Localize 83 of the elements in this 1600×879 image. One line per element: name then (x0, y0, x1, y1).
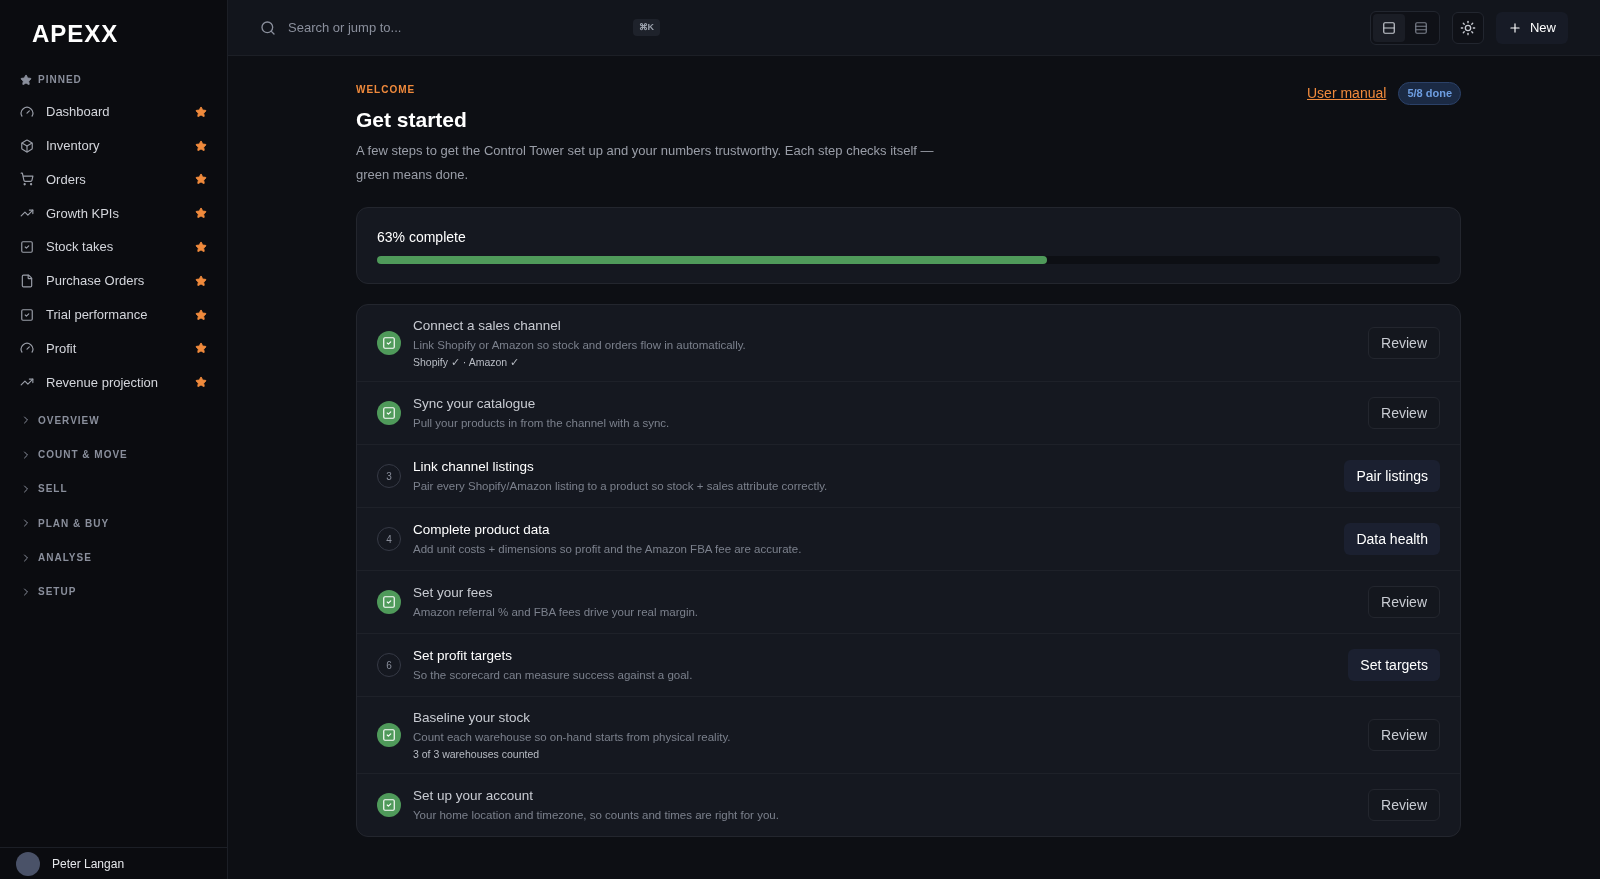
sidebar-item[interactable]: Revenue projection (8, 365, 219, 400)
eyebrow-label: WELCOME (356, 83, 417, 97)
checkbox-icon (20, 307, 34, 322)
gauge-icon (20, 341, 34, 356)
step-title: Sync your catalogue (413, 395, 537, 413)
step-title: Complete product data (413, 521, 551, 539)
page-description: A few steps to get the Control Tower set up and your numbers trustworthy. Each step checks itself — green means done. (356, 142, 935, 184)
star-icon[interactable] (195, 207, 207, 220)
step-description: Pull your products in from the channel with a sync. (413, 416, 671, 431)
page-title: Get started (356, 107, 468, 133)
step-action-button[interactable]: Pair listings (1344, 460, 1440, 492)
cart-icon (20, 172, 34, 187)
star-icon[interactable] (195, 105, 207, 118)
user-manual-link[interactable]: User manual (1307, 82, 1387, 104)
star-icon[interactable] (195, 173, 207, 186)
section-toggle[interactable]: PLAN & BUY (0, 506, 227, 541)
step-action-button[interactable]: Set targets (1348, 649, 1440, 681)
sidebar-item[interactable]: Stock takes (8, 230, 219, 264)
sidebar-item[interactable]: Purchase Orders (8, 264, 219, 298)
sidebar-item[interactable]: Dashboard (8, 95, 219, 129)
step-action-button[interactable]: Data health (1344, 523, 1440, 555)
view-button[interactable] (1373, 13, 1405, 42)
step-note: Shopify ✓ · Amazon ✓ (413, 355, 521, 369)
search-icon (260, 19, 276, 36)
plus-icon (1508, 20, 1522, 35)
step-description: Link Shopify or Amazon so stock and orders flow in automatically. (413, 338, 747, 353)
sidebar-item[interactable]: Profit (8, 331, 219, 366)
done-icon (377, 793, 401, 817)
step-description: Amazon referral % and FBA fees drive your real margin. (413, 605, 700, 620)
star-icon[interactable] (195, 139, 207, 152)
done-icon (377, 590, 401, 614)
step-action-button[interactable]: Review (1368, 789, 1440, 821)
step-note: 3 of 3 warehouses counted (413, 747, 541, 761)
rows-icon (1414, 20, 1428, 35)
step-title: Set up your account (413, 787, 535, 805)
section-toggle[interactable]: SELL (0, 471, 227, 507)
step-action-button[interactable]: Review (1368, 586, 1440, 618)
progress-label: 63% complete (377, 228, 467, 247)
step-title: Link channel listings (413, 458, 535, 476)
section-toggle[interactable]: SETUP (0, 574, 227, 609)
star-icon[interactable] (195, 241, 207, 254)
step-action-button[interactable]: Review (1368, 327, 1440, 359)
star-icon[interactable] (195, 342, 207, 355)
sidebar-item[interactable]: Growth KPIs (8, 196, 219, 231)
search-field[interactable]: Search or jump to... (288, 17, 621, 38)
brand-logo: APEXX (32, 19, 119, 49)
checkbox-icon (20, 240, 34, 255)
step-title: Connect a sales channel (413, 317, 562, 335)
done-icon (377, 331, 401, 355)
step-title: Baseline your stock (413, 709, 532, 727)
star-icon[interactable] (195, 274, 207, 287)
sidebar-item[interactable]: Orders (8, 162, 219, 197)
file-icon (20, 273, 34, 288)
shortcut-hint: ⌘K (632, 18, 660, 37)
step-title: Set your fees (413, 584, 494, 602)
star-icon[interactable] (195, 308, 207, 321)
user-name: Peter Langan (52, 855, 125, 873)
step-description: Add unit costs + dimensions so profit and the Amazon FBA fee are accurate. (413, 542, 803, 557)
theme-button[interactable] (1452, 11, 1484, 44)
star-icon[interactable] (195, 376, 207, 389)
section-label: PINNED (38, 73, 82, 87)
section-toggle[interactable]: OVERVIEW (0, 403, 227, 438)
new-button[interactable]: New (1496, 11, 1568, 44)
rows-icon (1382, 20, 1396, 35)
step-description: Count each warehouse so on-hand starts from physical reality. (413, 730, 732, 745)
sidebar-item[interactable]: Trial performance (8, 297, 219, 332)
sidebar-item[interactable]: Inventory (8, 128, 219, 163)
step-action-button[interactable]: Review (1368, 719, 1440, 751)
box-icon (20, 138, 34, 153)
step-description: Your home location and timezone, so counts and times are right for you. (413, 808, 780, 823)
done-icon (377, 401, 401, 425)
step-description: So the scorecard can measure success against a goal. (413, 668, 694, 683)
gauge-icon (20, 104, 34, 119)
step-action-button[interactable]: Review (1368, 397, 1440, 429)
section-toggle[interactable]: ANALYSE (0, 540, 227, 575)
step-description: Pair every Shopify/Amazon listing to a product so stock + sales attribute correctly. (413, 479, 829, 494)
step-title: Set profit targets (413, 647, 514, 665)
avatar (16, 851, 40, 876)
star-icon (20, 73, 32, 86)
sun-icon (1460, 19, 1476, 36)
section-toggle[interactable]: COUNT & MOVE (0, 437, 227, 472)
progress-badge: 5/8 done (1398, 82, 1461, 105)
done-icon (377, 723, 401, 747)
